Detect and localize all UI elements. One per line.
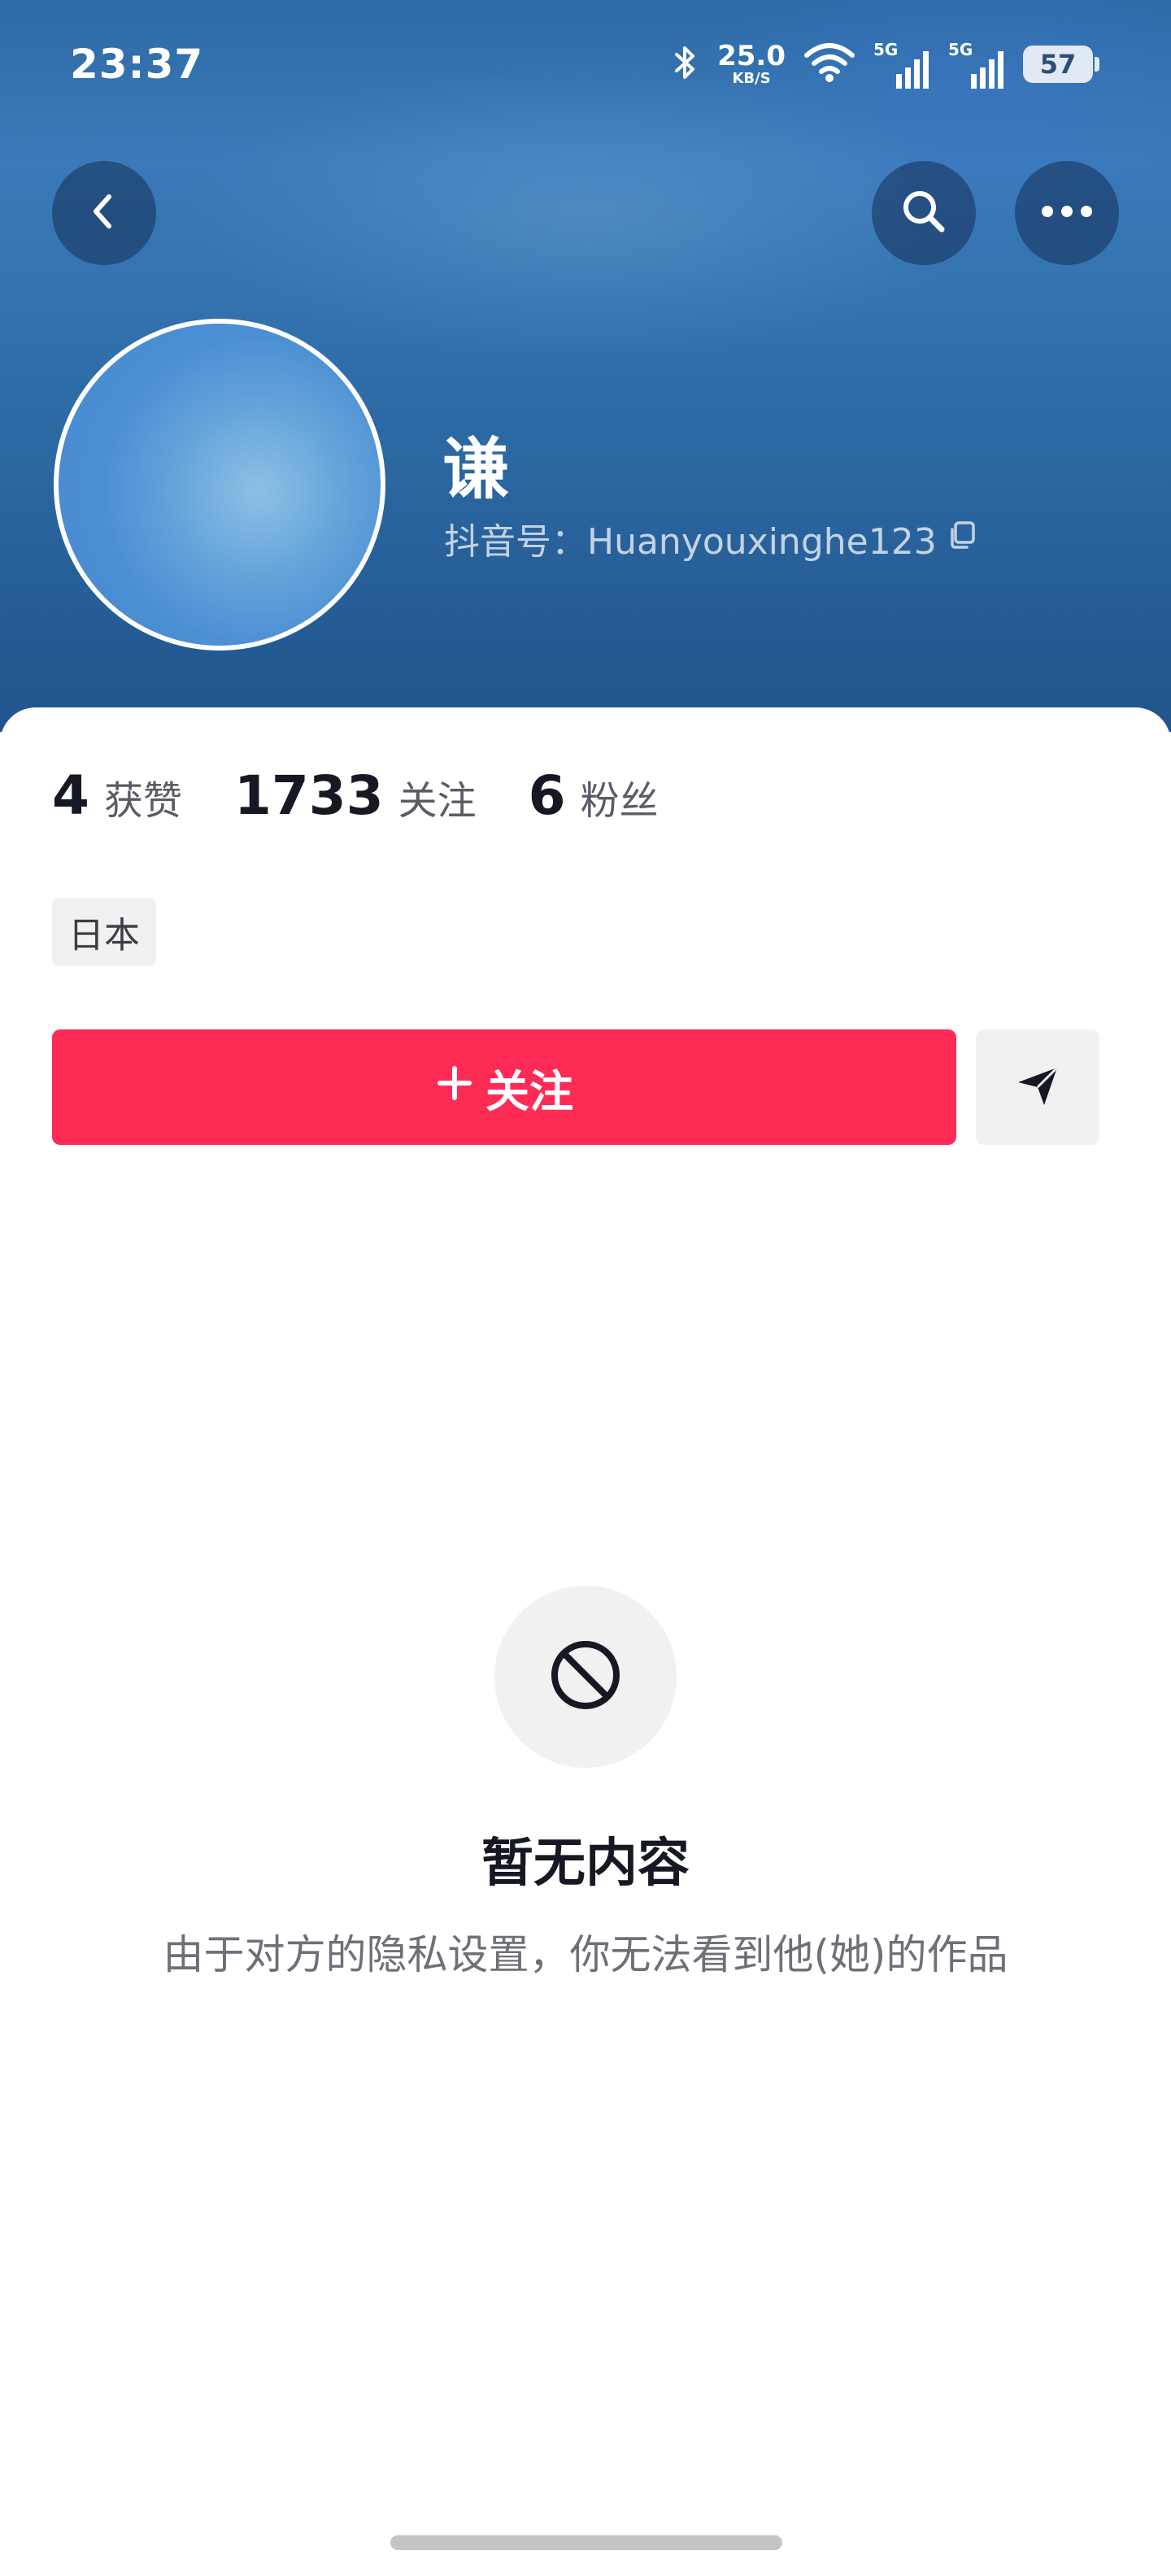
home-indicator[interactable] <box>390 2535 782 2550</box>
follow-button-label: 关注 <box>485 1065 573 1117</box>
profile-screen: 23:37 25.0 KB/S 5G 5G 57 谦 抖音号：Huanyouxi… <box>0 0 1171 2576</box>
battery-level: 57 <box>1039 49 1077 80</box>
status-icons: 25.0 KB/S 5G 5G 57 <box>672 36 1099 93</box>
wifi-icon <box>803 42 855 86</box>
ellipsis-icon <box>1038 203 1096 223</box>
follow-button[interactable]: 关注 <box>52 1029 956 1145</box>
battery-icon: 57 <box>1023 46 1099 83</box>
profile-id[interactable]: 抖音号：Huanyouxinghe123 <box>444 512 979 564</box>
back-button[interactable] <box>52 161 156 265</box>
stat-followers[interactable]: 6 粉丝 <box>529 764 659 827</box>
net-speed-unit: KB/S <box>732 70 771 87</box>
search-icon <box>898 185 950 241</box>
stat-followers-value: 6 <box>528 764 566 827</box>
profile-content-card: 4 获赞 1733 关注 6 粉丝 日本 关注 暂无内容 由于对方的隐私设置，你… <box>0 707 1171 2576</box>
status-bar: 23:37 25.0 KB/S 5G 5G 57 <box>0 0 1171 130</box>
avatar[interactable] <box>54 319 385 651</box>
profile-name: 谦 <box>442 431 510 508</box>
stat-likes-value: 4 <box>52 764 89 827</box>
more-options-button[interactable] <box>1015 161 1119 265</box>
net-speed: 25.0 KB/S <box>717 42 786 86</box>
chevron-left-icon <box>81 189 127 237</box>
stat-following-value: 1733 <box>233 764 384 827</box>
send-icon <box>1013 1061 1062 1113</box>
stat-likes[interactable]: 4 获赞 <box>52 764 182 827</box>
search-button[interactable] <box>872 161 976 265</box>
status-time: 23:37 <box>70 41 204 88</box>
bluetooth-icon <box>672 43 699 85</box>
empty-state-description: 由于对方的隐私设置，你无法看到他(她)的作品 <box>163 1931 1008 1978</box>
stat-following-label: 关注 <box>398 778 477 824</box>
stat-likes-label: 获赞 <box>103 778 182 824</box>
location-tag: 日本 <box>52 898 156 966</box>
copy-icon[interactable] <box>947 518 979 559</box>
message-button[interactable] <box>976 1029 1099 1145</box>
profile-id-text: 抖音号：Huanyouxinghe123 <box>444 521 937 563</box>
empty-state-icon <box>494 1586 677 1768</box>
profile-stats: 4 获赞 1733 关注 6 粉丝 <box>52 764 659 827</box>
plus-icon <box>435 1062 474 1113</box>
signal-icon: 5G <box>948 40 1005 89</box>
signal-icon: 5G <box>873 40 930 89</box>
block-icon <box>548 1638 623 1716</box>
empty-state-title: 暂无内容 <box>481 1834 690 1894</box>
net-speed-value: 25.0 <box>717 40 786 72</box>
stat-following[interactable]: 1733 关注 <box>234 764 477 827</box>
stat-followers-label: 粉丝 <box>580 778 659 824</box>
